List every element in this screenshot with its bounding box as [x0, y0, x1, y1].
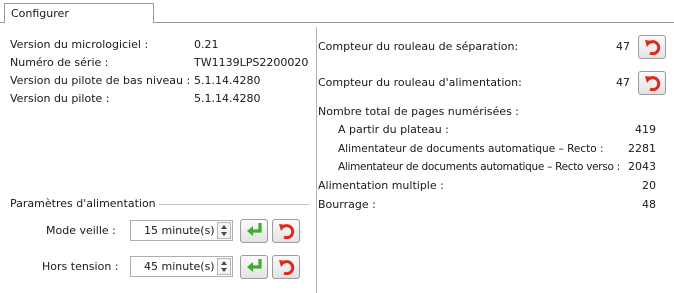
sleep-mode-spinner[interactable]: 15 minute(s) — [130, 220, 233, 241]
spin-down-icon[interactable] — [221, 268, 227, 272]
adf-simplex-label: Alimentateur de documents automatique – … — [338, 143, 604, 155]
power-off-label: Hors tension : — [42, 260, 119, 273]
apply-power-off-button[interactable] — [240, 255, 268, 279]
tab-bar: Configurer — [0, 0, 674, 23]
jam-label: Bourrage : — [318, 198, 376, 211]
undo-arrow-icon — [645, 76, 661, 91]
spin-down-icon[interactable] — [221, 232, 227, 236]
reset-feed-counter-button[interactable] — [638, 71, 666, 95]
undo-arrow-icon — [645, 40, 661, 55]
adf-duplex-value: 2043 — [628, 160, 656, 173]
undo-arrow-icon — [279, 260, 295, 275]
power-off-value[interactable]: 45 minute(s) — [144, 260, 215, 274]
tab-label: Configurer — [11, 7, 69, 20]
total-pages-label: Nombre total de pages numérisées : — [318, 105, 520, 118]
enter-arrow-icon — [247, 223, 262, 236]
group-divider — [159, 204, 309, 205]
sleep-mode-label: Mode veille : — [46, 224, 116, 237]
power-settings-title: Paramètres d'alimentation — [10, 197, 156, 210]
apply-sleep-button[interactable] — [240, 219, 268, 243]
low-level-driver-label: Version du pilote de bas niveau : — [10, 74, 191, 87]
reset-power-off-button[interactable] — [272, 255, 300, 279]
driver-value: 5.1.14.4280 — [194, 92, 261, 105]
feed-roller-label: Compteur du rouleau d'alimentation: — [318, 76, 522, 89]
serial-value: TW1139LPS2200020 — [194, 56, 309, 69]
flatbed-label: A partir du plateau : — [338, 123, 449, 136]
power-off-stepper[interactable] — [217, 258, 231, 275]
undo-arrow-icon — [279, 224, 295, 239]
panel-divider — [316, 27, 317, 293]
reset-separation-counter-button[interactable] — [638, 35, 666, 59]
multifeed-label: Alimentation multiple : — [318, 179, 444, 192]
power-off-spinner[interactable]: 45 minute(s) — [130, 256, 233, 277]
firmware-label: Version du micrologiciel : — [10, 38, 149, 51]
jam-value: 48 — [642, 198, 656, 211]
spin-up-icon[interactable] — [221, 261, 227, 265]
flatbed-value: 419 — [635, 123, 656, 136]
separation-roller-label: Compteur du rouleau de séparation: — [318, 40, 519, 53]
configure-panel: Version du micrologiciel : 0.21 Numéro d… — [4, 23, 674, 293]
firmware-value: 0.21 — [194, 38, 219, 51]
tab-configurer[interactable]: Configurer — [4, 3, 154, 23]
serial-label: Numéro de série : — [10, 56, 109, 69]
driver-label: Version du pilote : — [10, 92, 110, 105]
feed-roller-value: 47 — [616, 76, 630, 89]
reset-sleep-button[interactable] — [272, 219, 300, 243]
multifeed-value: 20 — [642, 179, 656, 192]
separation-roller-value: 47 — [616, 40, 630, 53]
adf-simplex-value: 2281 — [628, 142, 656, 155]
sleep-mode-value[interactable]: 15 minute(s) — [144, 224, 215, 238]
sleep-mode-stepper[interactable] — [217, 222, 231, 239]
enter-arrow-icon — [247, 259, 262, 272]
low-level-driver-value: 5.1.14.4280 — [194, 74, 261, 87]
spin-up-icon[interactable] — [221, 225, 227, 229]
adf-duplex-label: Alimentateur de documents automatique – … — [338, 161, 620, 173]
